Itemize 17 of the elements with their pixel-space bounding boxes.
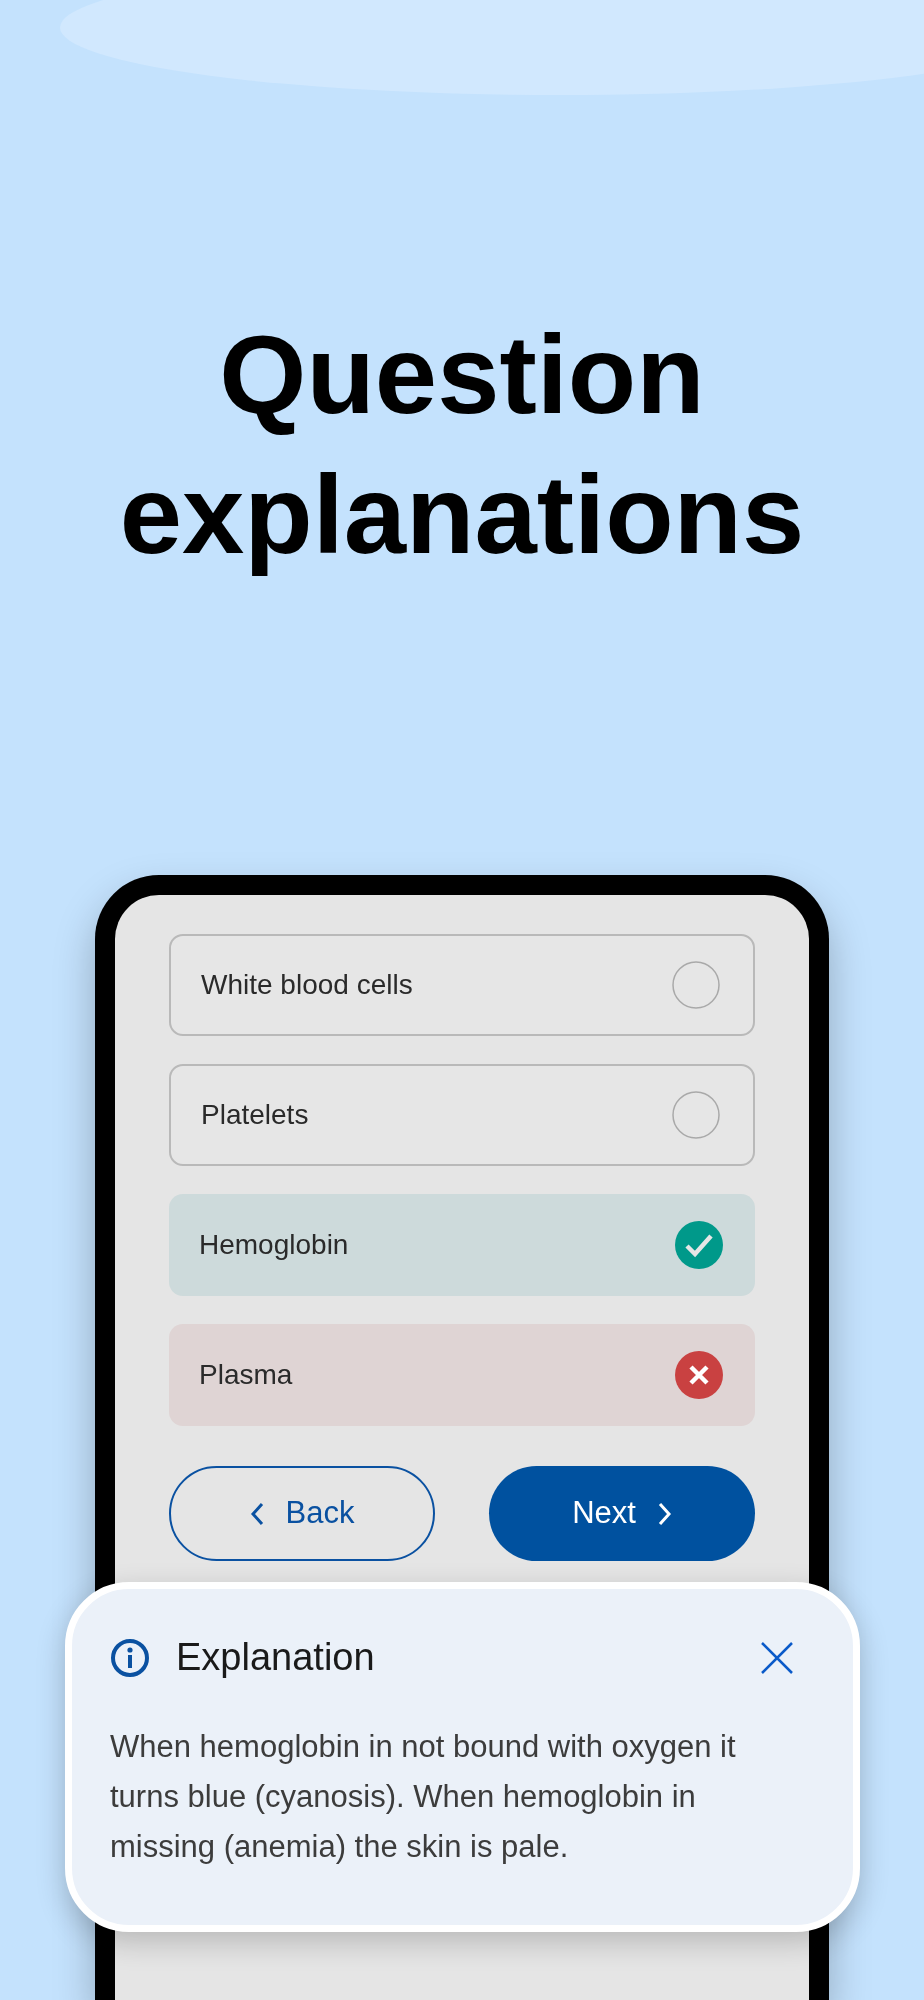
next-button[interactable]: Next [489, 1466, 755, 1561]
chevron-left-icon [249, 1501, 264, 1526]
close-icon [761, 1641, 793, 1674]
info-icon [110, 1637, 150, 1678]
back-button[interactable]: Back [169, 1466, 435, 1561]
correct-answer-option[interactable]: Hemoglobin [169, 1194, 755, 1296]
explanation-text: When hemoglobin in not bound with oxygen it turns blue (cyanosis). When hemoglobin in missing (anemia) the skin is pale. [110, 1728, 737, 1866]
headline: Question explanations [118, 311, 806, 579]
wrong-answer-option[interactable]: Plasma [169, 1324, 755, 1426]
check-icon [675, 1221, 723, 1269]
radio-icon [671, 1090, 721, 1140]
radio-icon [671, 960, 721, 1010]
explanation-title: Explanation [176, 1635, 375, 1680]
cross-icon [675, 1351, 723, 1399]
answer-option[interactable]: White blood cells [169, 934, 755, 1036]
chevron-right-icon [657, 1501, 672, 1526]
answer-option[interactable]: Platelets [169, 1064, 755, 1166]
